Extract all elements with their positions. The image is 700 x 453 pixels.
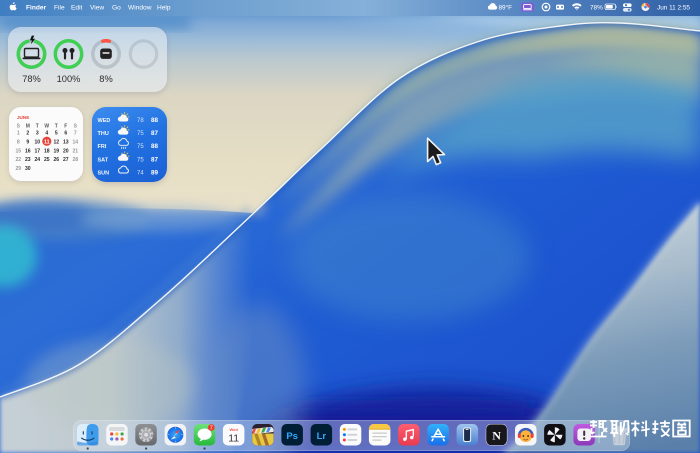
svg-text:11: 11 [228,433,239,445]
svg-text:Lr: Lr [317,431,327,442]
svg-text:Wed: Wed [229,427,238,432]
svg-text:Ps: Ps [286,431,298,442]
svg-text:7: 7 [210,426,213,432]
svg-text:N: N [492,429,501,443]
